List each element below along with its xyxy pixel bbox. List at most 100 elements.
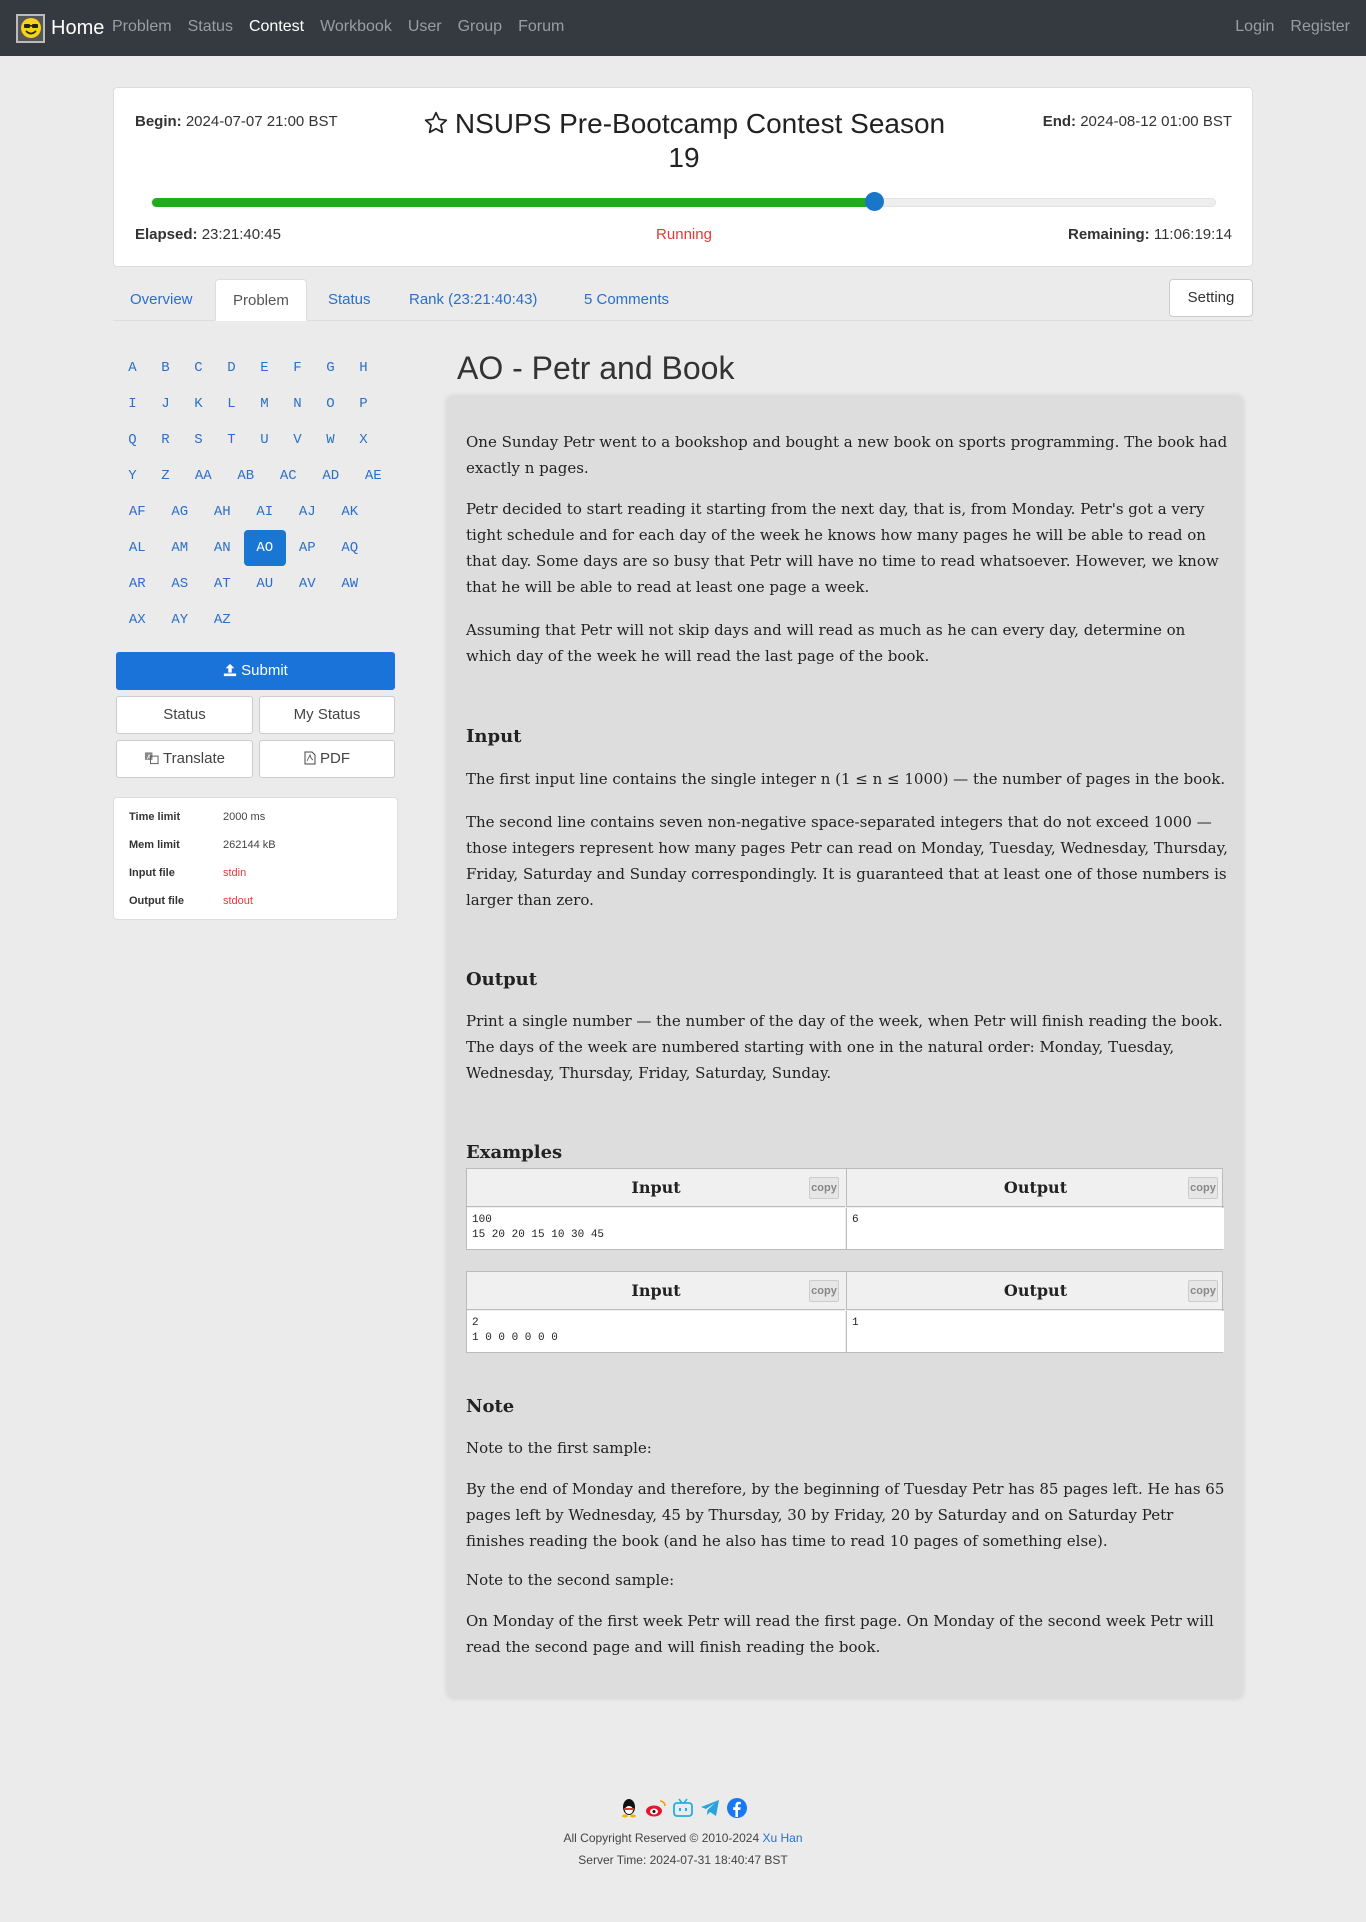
- problem-link-k[interactable]: K: [182, 386, 215, 422]
- pdf-button[interactable]: PDF: [259, 740, 395, 778]
- problem-link-d[interactable]: D: [215, 350, 248, 386]
- translate-label: Translate: [163, 750, 225, 767]
- problem-link-t[interactable]: T: [215, 422, 248, 458]
- tab-problem[interactable]: Problem: [215, 279, 307, 321]
- tab-rank[interactable]: Rank (23:21:40:43): [392, 279, 554, 321]
- problem-link-ac[interactable]: AC: [267, 458, 310, 494]
- problem-link-af[interactable]: AF: [116, 494, 159, 530]
- weibo-icon[interactable]: [645, 1797, 667, 1819]
- problem-link-ab[interactable]: AB: [225, 458, 268, 494]
- problem-link-aa[interactable]: AA: [182, 458, 225, 494]
- problem-link-ar[interactable]: AR: [116, 566, 159, 602]
- copy-output-button[interactable]: copy: [1188, 1280, 1218, 1302]
- nav-group[interactable]: Group: [458, 18, 502, 36]
- problem-link-aj[interactable]: AJ: [286, 494, 329, 530]
- problem-link-at[interactable]: AT: [201, 566, 244, 602]
- my-status-button[interactable]: My Status: [259, 696, 395, 734]
- problem-link-as[interactable]: AS: [159, 566, 202, 602]
- submit-button[interactable]: Submit: [116, 652, 395, 690]
- problem-link-s[interactable]: S: [182, 422, 215, 458]
- problem-link-w[interactable]: W: [314, 422, 347, 458]
- copy-input-button[interactable]: copy: [809, 1280, 839, 1302]
- progress-fill: [152, 198, 875, 207]
- bilibili-icon[interactable]: [672, 1797, 694, 1819]
- problem-link-p[interactable]: P: [347, 386, 380, 422]
- problem-link-al[interactable]: AL: [116, 530, 159, 566]
- problem-link-m[interactable]: M: [248, 386, 281, 422]
- problem-link-ah[interactable]: AH: [201, 494, 244, 530]
- example-output: 6: [846, 1208, 1224, 1249]
- login-link[interactable]: Login: [1235, 18, 1274, 36]
- nav-problem[interactable]: Problem: [112, 18, 172, 36]
- problem-link-aq[interactable]: AQ: [329, 530, 372, 566]
- tab-status[interactable]: Status: [311, 279, 388, 321]
- problem-link-x[interactable]: X: [347, 422, 380, 458]
- problem-link-l[interactable]: L: [215, 386, 248, 422]
- nav-status[interactable]: Status: [188, 18, 233, 36]
- note-paragraph: On Monday of the first week Petr will re…: [466, 1612, 1214, 1656]
- problem-link-ao[interactable]: AO: [243, 530, 286, 566]
- problem-statement: One Sunday Petr went to a bookshop and b…: [447, 396, 1243, 1698]
- facebook-icon[interactable]: [726, 1797, 748, 1819]
- problem-link-ad[interactable]: AD: [310, 458, 353, 494]
- register-link[interactable]: Register: [1290, 18, 1350, 36]
- telegram-icon[interactable]: [699, 1797, 721, 1819]
- example-table: Input copy Output copy 2 1 0 0 0 0 0 0 1: [466, 1271, 1224, 1353]
- problem-link-ay[interactable]: AY: [159, 602, 202, 638]
- translate-button[interactable]: A Translate: [116, 740, 253, 778]
- problem-link-y[interactable]: Y: [116, 458, 149, 494]
- example-output-header: Output copy: [846, 1169, 1224, 1207]
- problem-link-f[interactable]: F: [281, 350, 314, 386]
- contest-tabs: Overview Problem Status Rank (23:21:40:4…: [113, 279, 1253, 321]
- example-output-header: Output copy: [846, 1272, 1224, 1310]
- setting-button[interactable]: Setting: [1169, 279, 1253, 317]
- copyright-text: All Copyright Reserved © 2010-2024: [563, 1831, 760, 1845]
- problem-link-ag[interactable]: AG: [159, 494, 202, 530]
- progress-handle[interactable]: [864, 192, 884, 211]
- qq-icon[interactable]: [618, 1797, 640, 1819]
- copy-input-button[interactable]: copy: [809, 1177, 839, 1199]
- problem-link-o[interactable]: O: [314, 386, 347, 422]
- problem-link-ap[interactable]: AP: [286, 530, 329, 566]
- home-link[interactable]: Home: [16, 13, 104, 43]
- problem-link-ax[interactable]: AX: [116, 602, 159, 638]
- problem-link-j[interactable]: J: [149, 386, 182, 422]
- input-file-value: stdin: [223, 867, 247, 879]
- nav-forum[interactable]: Forum: [518, 18, 564, 36]
- problem-link-i[interactable]: I: [116, 386, 149, 422]
- problem-link-a[interactable]: A: [116, 350, 149, 386]
- nav-contest[interactable]: Contest: [249, 18, 304, 36]
- note-heading: Note: [466, 1396, 515, 1417]
- problem-link-e[interactable]: E: [248, 350, 281, 386]
- problem-link-g[interactable]: G: [314, 350, 347, 386]
- problem-link-n[interactable]: N: [281, 386, 314, 422]
- problem-link-am[interactable]: AM: [159, 530, 202, 566]
- begin-label: Begin:: [135, 113, 182, 130]
- star-icon[interactable]: [423, 110, 449, 142]
- tab-overview[interactable]: Overview: [113, 279, 210, 321]
- author-link[interactable]: Xu Han: [762, 1831, 802, 1845]
- copy-output-button[interactable]: copy: [1188, 1177, 1218, 1199]
- problem-link-q[interactable]: Q: [116, 422, 149, 458]
- problem-link-r[interactable]: R: [149, 422, 182, 458]
- problem-link-aw[interactable]: AW: [329, 566, 372, 602]
- problem-link-u[interactable]: U: [248, 422, 281, 458]
- problem-link-v[interactable]: V: [281, 422, 314, 458]
- problem-link-az[interactable]: AZ: [201, 602, 244, 638]
- problem-link-au[interactable]: AU: [244, 566, 287, 602]
- nav-workbook[interactable]: Workbook: [320, 18, 392, 36]
- status-button[interactable]: Status: [116, 696, 253, 734]
- tab-comments[interactable]: 5 Comments: [567, 279, 686, 321]
- nav-user[interactable]: User: [408, 18, 442, 36]
- remaining-label: Remaining:: [1068, 226, 1150, 243]
- problem-link-an[interactable]: AN: [201, 530, 244, 566]
- problem-link-ai[interactable]: AI: [244, 494, 287, 530]
- problem-link-c[interactable]: C: [182, 350, 215, 386]
- problem-link-ae[interactable]: AE: [352, 458, 395, 494]
- problem-link-b[interactable]: B: [149, 350, 182, 386]
- problem-link-z[interactable]: Z: [149, 458, 182, 494]
- problem-link-h[interactable]: H: [347, 350, 380, 386]
- problem-link-ak[interactable]: AK: [329, 494, 372, 530]
- contest-progress-bar: [151, 192, 1216, 211]
- problem-link-av[interactable]: AV: [286, 566, 329, 602]
